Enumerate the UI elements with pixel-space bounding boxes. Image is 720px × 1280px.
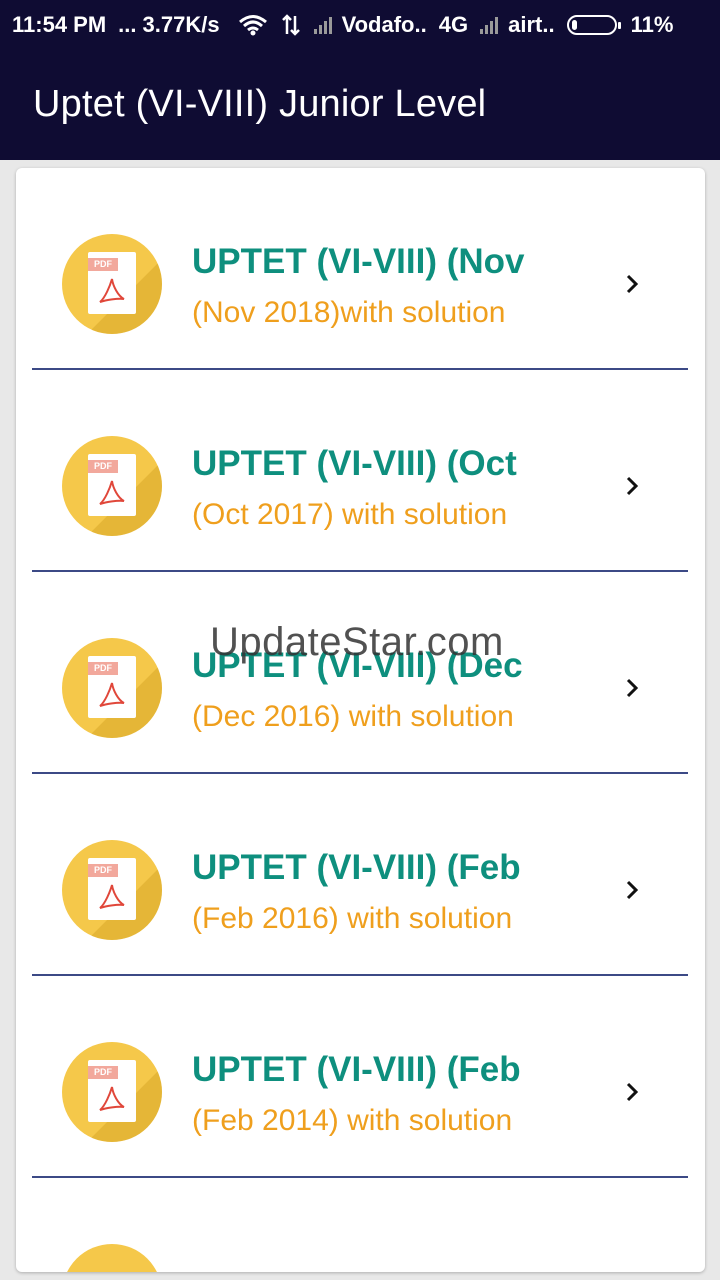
chevron-right-icon [622, 270, 642, 298]
signal-icon [313, 16, 332, 34]
list-item[interactable]: PDF UPTET (VI-VIII) (Dec (Dec 2016) with… [16, 572, 705, 774]
pdf-file-icon: PDF [62, 436, 162, 536]
list-item-title: UPTET (VI-VIII) (Feb [192, 848, 521, 887]
signal-icon [480, 16, 499, 34]
list-item-title: UPTET (VI-VIII) (Nov [192, 242, 525, 281]
status-bar: 11:54 PM ... 3.77K/s Vodafo.. 4G airt.. [0, 0, 720, 50]
list-item-title: UPTET (VI-VIII) (Dec [192, 646, 523, 685]
pdf-file-icon: PDF [62, 1042, 162, 1142]
list-item-subtitle: (Feb 2014) with solution [192, 1104, 513, 1137]
pdf-file-icon: PDF [62, 234, 162, 334]
list-item[interactable]: PDF UPTET (VI-VIII) (Feb (Feb 2016) with… [16, 774, 705, 976]
status-time: 11:54 PM [12, 12, 107, 37]
paper-list: PDF UPTET (VI-VIII) (Nov (Nov 2018)with … [16, 168, 705, 1272]
list-item[interactable]: PDF UPTET (VI-VIII) (Feb (Feb 2014) with… [16, 976, 705, 1178]
app-header: 11:54 PM ... 3.77K/s Vodafo.. 4G airt.. [0, 0, 720, 160]
divider [32, 1176, 688, 1178]
list-item-subtitle: (Oct 2017) with solution [192, 498, 508, 531]
list-item-title: UPTET (VI-VIII) (Feb [192, 1050, 521, 1089]
list-item-subtitle: (Feb 2016) with solution [192, 902, 513, 935]
list-item-title: UPTET (VI-VIII) (Oct [192, 444, 517, 483]
wifi-icon [238, 14, 268, 36]
status-dots: ... [118, 12, 137, 37]
status-carrier1: Vodafo.. [341, 12, 427, 37]
status-speed: 3.77K/s [142, 12, 220, 37]
pdf-file-icon [62, 1244, 162, 1272]
list-item[interactable]: PDF UPTET (VI-VIII) (Oct (Oct 2017) with… [16, 370, 705, 572]
status-battery: 11% [630, 12, 674, 37]
status-carrier2: airt.. [508, 12, 555, 37]
list-item-subtitle: (Nov 2018)with solution [192, 296, 506, 329]
pdf-file-icon: PDF [62, 840, 162, 940]
chevron-right-icon [622, 674, 642, 702]
chevron-right-icon [622, 1078, 642, 1106]
pdf-file-icon: PDF [62, 638, 162, 738]
chevron-right-icon [622, 876, 642, 904]
battery-icon [566, 15, 621, 35]
list-item-subtitle: (Dec 2016) with solution [192, 700, 514, 733]
page-title: Uptet (VI-VIII) Junior Level [33, 83, 487, 125]
status-network1: 4G [438, 12, 469, 37]
data-transfer-icon [280, 14, 302, 36]
chevron-right-icon [622, 472, 642, 500]
list-item[interactable]: PDF UPTET (VI-VIII) (Nov (Nov 2018)with … [16, 168, 705, 370]
